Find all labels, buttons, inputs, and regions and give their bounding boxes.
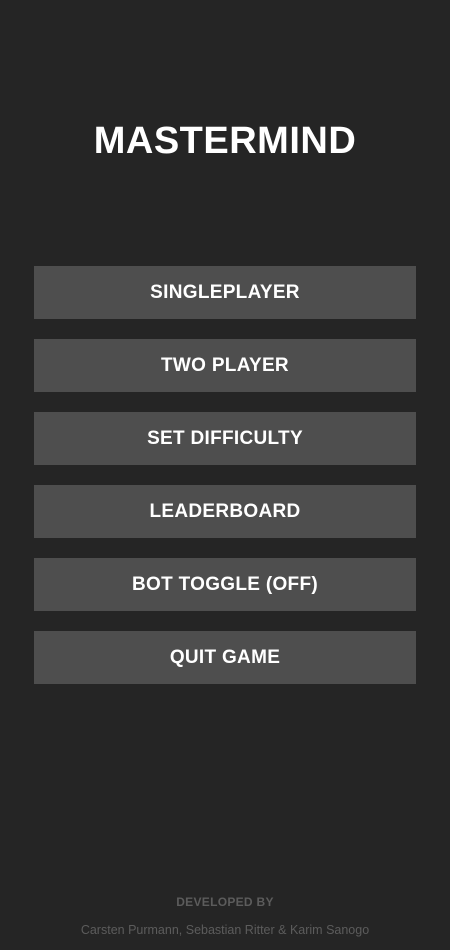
set-difficulty-button[interactable]: SET DIFFICULTY bbox=[34, 412, 416, 465]
singleplayer-button[interactable]: SINGLEPLAYER bbox=[34, 266, 416, 319]
main-menu: SINGLEPLAYER TWO PLAYER SET DIFFICULTY L… bbox=[34, 266, 416, 704]
credits-heading: DEVELOPED BY bbox=[176, 895, 274, 909]
credits-footer: DEVELOPED BY Carsten Purmann, Sebastian … bbox=[0, 894, 450, 938]
game-title: MASTERMIND bbox=[93, 120, 357, 162]
quit-game-button[interactable]: QUIT GAME bbox=[34, 631, 416, 684]
two-player-button[interactable]: TWO PLAYER bbox=[34, 339, 416, 392]
leaderboard-button[interactable]: LEADERBOARD bbox=[34, 485, 416, 538]
bot-toggle-button[interactable]: BOT TOGGLE (OFF) bbox=[34, 558, 416, 611]
credits-names: Carsten Purmann, Sebastian Ritter & Kari… bbox=[80, 923, 370, 937]
